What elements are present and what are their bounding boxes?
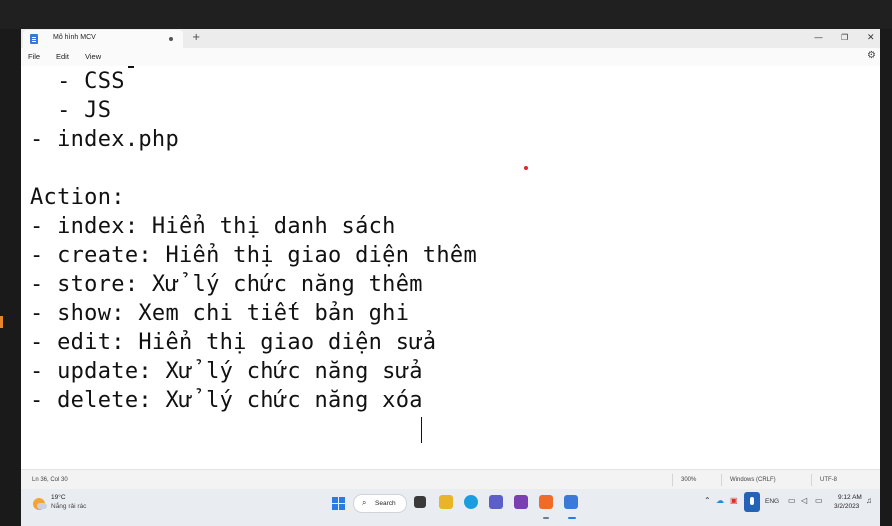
- notepad-icon: [30, 34, 38, 44]
- search-icon: ⌕: [362, 498, 367, 507]
- cursor-position: Ln 36, Col 30: [32, 477, 68, 483]
- taskbar: 19°C Nắng rải rác ⌕ Search ⌃ ☁ ▣ ENG ▭ ◁…: [21, 489, 880, 526]
- zoom-level: 300%: [681, 477, 697, 483]
- restore-button[interactable]: ❐: [841, 31, 848, 45]
- menu-view[interactable]: View: [85, 52, 101, 61]
- running-indicator: [543, 517, 549, 519]
- notification-bell-icon[interactable]: ♫: [866, 496, 872, 505]
- search-box[interactable]: ⌕ Search: [353, 494, 407, 513]
- new-tab-button[interactable]: +: [192, 31, 200, 45]
- close-button[interactable]: ✕: [867, 31, 875, 45]
- chevron-up-icon[interactable]: ⌃: [704, 496, 711, 505]
- desktop-top-band: [0, 0, 892, 29]
- menu-bar: File Edit View ⚙: [21, 48, 880, 66]
- mouse-pointer-dot: [524, 166, 528, 170]
- antivirus-icon[interactable]: ▣: [730, 496, 738, 505]
- editor-line: - index.php: [30, 127, 179, 152]
- language-indicator[interactable]: ENG: [765, 498, 779, 505]
- title-bar: Mô hình MCV + — ❐ ✕: [21, 29, 880, 48]
- notepad-window: Mô hình MCV + — ❐ ✕ File Edit View ⚙ - C…: [21, 29, 880, 490]
- document-tab[interactable]: Mô hình MCV: [23, 30, 183, 48]
- editor-line: Action:: [30, 185, 125, 210]
- clock-date[interactable]: 3/2/2023: [834, 503, 859, 510]
- editor-line: - JS: [30, 98, 112, 123]
- task-view-icon[interactable]: [414, 496, 426, 508]
- status-divider: [721, 474, 722, 486]
- text-cursor: [421, 417, 422, 443]
- menu-edit[interactable]: Edit: [56, 52, 69, 61]
- search-label: Search: [375, 500, 396, 507]
- status-divider: [811, 474, 812, 486]
- weather-icon[interactable]: [33, 498, 47, 510]
- start-windows-icon[interactable]: [332, 497, 346, 511]
- status-bar: Ln 36, Col 30 300% Windows (CRLF) UTF-8: [21, 469, 880, 490]
- active-indicator: [568, 517, 576, 519]
- xampp-icon[interactable]: [539, 495, 553, 509]
- line-ending: Windows (CRLF): [730, 477, 776, 483]
- clipped-character: [128, 66, 134, 68]
- teams-icon[interactable]: [489, 495, 503, 509]
- editor-line: - update: Xử lý chức năng sửa: [30, 359, 423, 384]
- app-icon[interactable]: [514, 495, 528, 509]
- desktop-left-band: [0, 29, 21, 526]
- edge-browser-icon[interactable]: [464, 495, 478, 509]
- speaker-icon[interactable]: ◁: [801, 496, 807, 505]
- editor-line: - CSS: [30, 69, 125, 94]
- minimize-button[interactable]: —: [814, 31, 823, 45]
- text-editor[interactable]: - CSS - JS - index.php Action: - index: …: [21, 66, 880, 469]
- background-accent-mark: [0, 316, 3, 328]
- editor-line: - index: Hiển thị danh sách: [30, 214, 396, 239]
- settings-gear-icon[interactable]: ⚙: [867, 50, 876, 61]
- tab-title: Mô hình MCV: [53, 34, 96, 41]
- editor-line: - store: Xử lý chức năng thêm: [30, 272, 423, 297]
- editor-line: - create: Hiển thị giao diện thêm: [30, 243, 477, 268]
- battery-icon[interactable]: ▭: [815, 496, 823, 505]
- microphone-icon[interactable]: [744, 492, 760, 512]
- file-explorer-icon[interactable]: [439, 495, 453, 509]
- weather-description[interactable]: Nắng rải rác: [51, 503, 86, 510]
- desktop-right-band: [880, 29, 892, 526]
- weather-temperature[interactable]: 19°C: [51, 494, 66, 501]
- onedrive-icon[interactable]: ☁: [716, 496, 724, 505]
- editor-line: - delete: Xử lý chức năng xóa: [30, 388, 423, 413]
- menu-file[interactable]: File: [28, 52, 40, 61]
- notepad-taskbar-icon[interactable]: [564, 495, 578, 509]
- display-icon[interactable]: ▭: [788, 496, 796, 505]
- unsaved-dot-icon[interactable]: [169, 37, 173, 41]
- status-divider: [672, 474, 673, 486]
- encoding: UTF-8: [820, 477, 837, 483]
- editor-line: - show: Xem chi tiết bản ghi: [30, 301, 410, 326]
- editor-line: - edit: Hiển thị giao diện sửa: [30, 330, 437, 355]
- clock-time[interactable]: 9:12 AM: [838, 494, 862, 501]
